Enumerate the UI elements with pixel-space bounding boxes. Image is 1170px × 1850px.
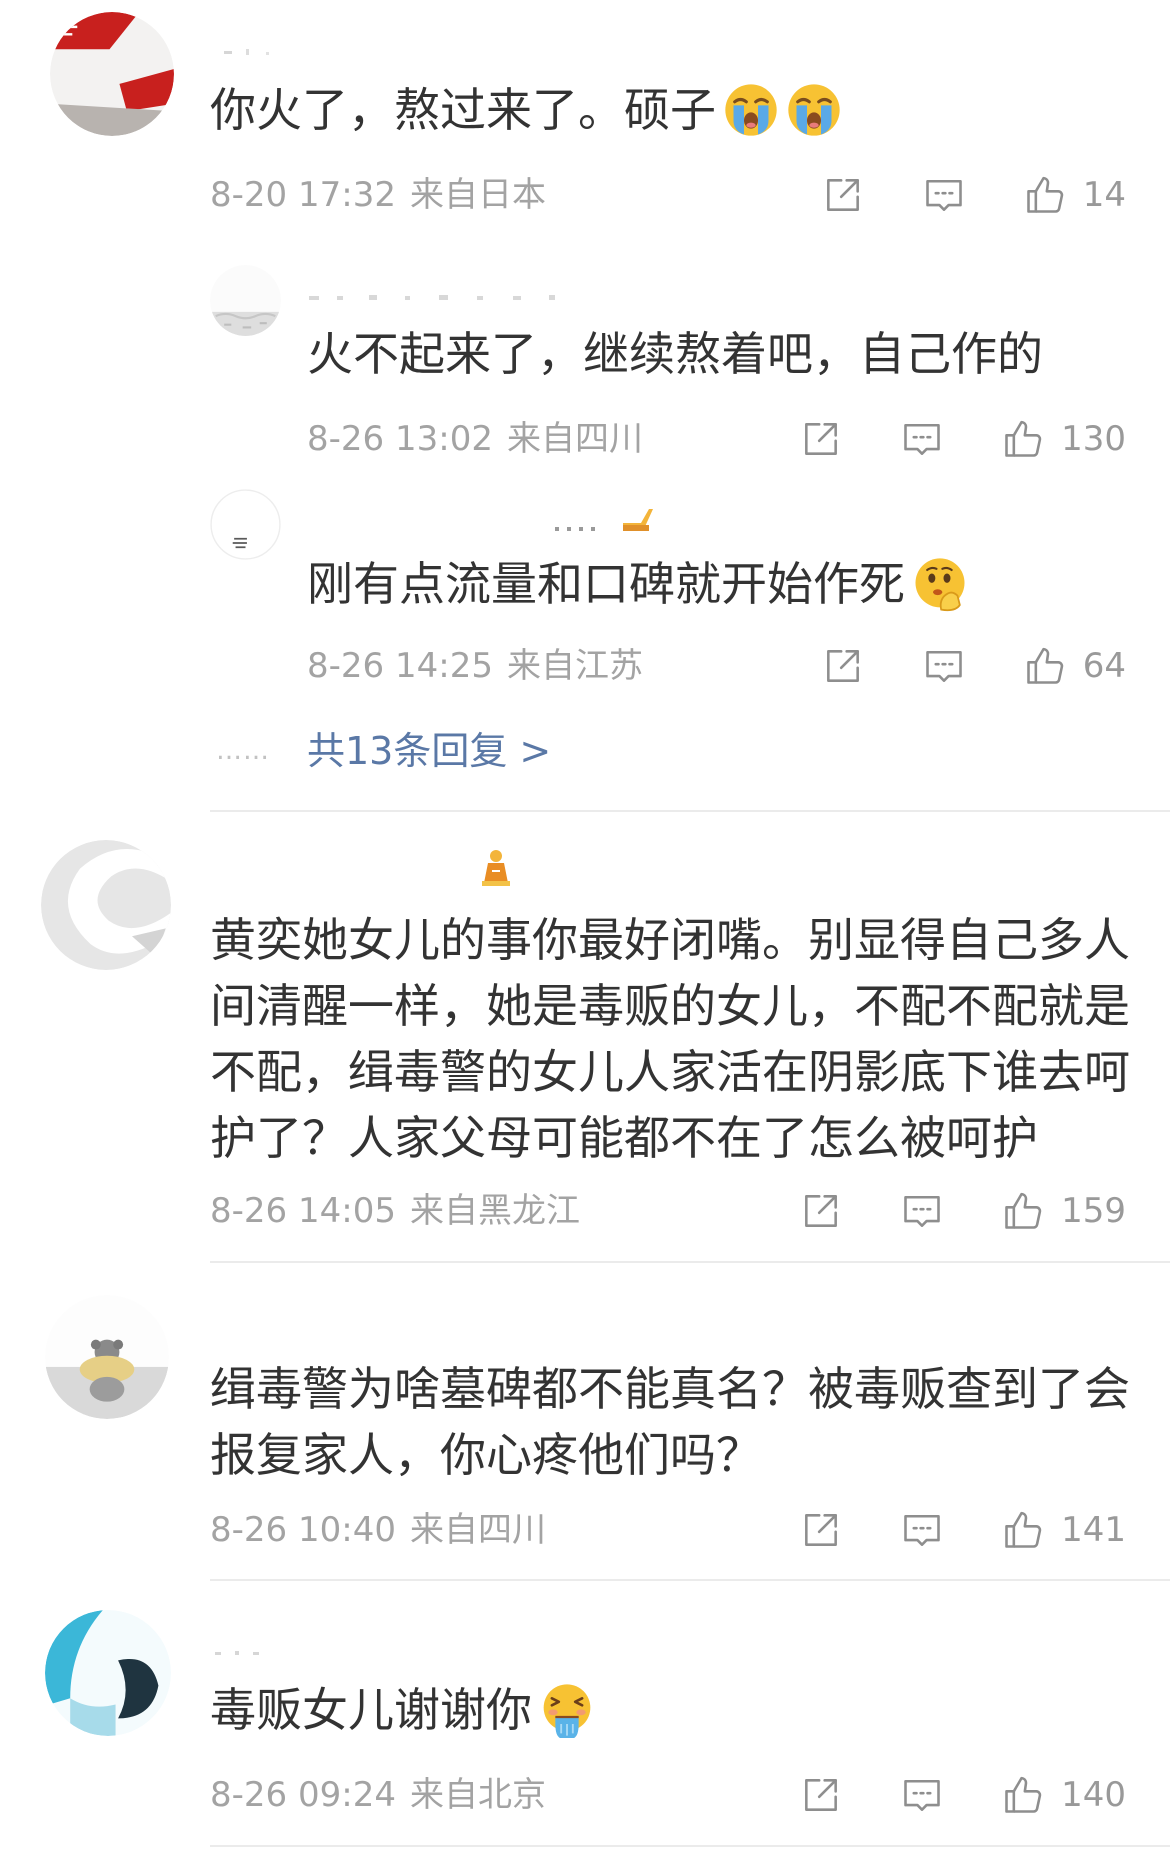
like-button[interactable]: 14	[1023, 173, 1126, 217]
thinking-face-icon	[915, 558, 965, 612]
reply-time: 8-26 14:25	[307, 646, 493, 686]
comment-icon[interactable]	[900, 417, 944, 461]
share-icon[interactable]	[799, 1773, 843, 1817]
comment-icon[interactable]	[900, 1189, 944, 1233]
comment-body[interactable]: 缉毒警为啥墓碑都不能真名？被毒贩查到了会报复家人，你心疼他们吗？	[210, 1356, 1140, 1488]
reply-actions: 64	[821, 644, 1126, 688]
like-count: 141	[1061, 1510, 1126, 1550]
user-badge-icon	[619, 505, 657, 535]
comment-text: 缉毒警为啥墓碑都不能真名？被毒贩查到了会报复家人，你心疼他们吗？	[210, 1362, 1130, 1482]
share-icon[interactable]	[799, 1189, 843, 1233]
like-button[interactable]: 140	[1001, 1773, 1126, 1817]
more-replies-dots: ……	[216, 736, 270, 766]
comment-meta: 8-20 17:32 来自日本	[210, 173, 546, 217]
reply-body[interactable]: 刚有点流量和口碑就开始作死	[307, 551, 968, 617]
avatar[interactable]	[45, 1610, 171, 1736]
reply-time: 8-26 13:02	[307, 419, 493, 459]
like-icon	[1001, 417, 1045, 461]
user-badge-icon	[478, 847, 512, 887]
divider	[210, 1261, 1170, 1263]
comment-text: 毒贩女儿谢谢你	[210, 1683, 532, 1737]
like-button[interactable]: 141	[1001, 1508, 1126, 1552]
reply-actions: 130	[799, 417, 1126, 461]
reply-text: 刚有点流量和口碑就开始作死	[307, 557, 905, 611]
reply-meta: 8-26 13:02 来自四川	[307, 417, 643, 461]
divider	[210, 1579, 1170, 1581]
comment-time: 8-26 09:24	[210, 1775, 396, 1815]
like-button[interactable]: 159	[1001, 1189, 1126, 1233]
comment-icon[interactable]	[922, 173, 966, 217]
comment-body[interactable]: 你火了，熬过来了。硕子	[210, 77, 842, 143]
like-icon	[1023, 644, 1067, 688]
share-icon[interactable]	[799, 1508, 843, 1552]
share-icon[interactable]	[821, 173, 865, 217]
comment-meta: 8-26 10:40 来自四川	[210, 1508, 546, 1552]
comment-text: 你火了，熬过来了。硕子	[210, 83, 716, 137]
comment-actions: 140	[799, 1773, 1126, 1817]
comment-source: 来自日本	[409, 175, 546, 215]
avatar[interactable]	[41, 840, 171, 970]
username-obscured	[309, 293, 579, 303]
like-count: 159	[1061, 1191, 1126, 1231]
comment-body[interactable]: 黄奕她女儿的事你最好闭嘴。别显得自己多人间清醒一样，她是毒贩的女儿，不配不配就是…	[210, 907, 1140, 1171]
loudly-crying-face-icon	[725, 84, 777, 136]
like-icon	[1001, 1189, 1045, 1233]
reply-body[interactable]: 火不起来了，继续熬着吧，自己作的	[307, 321, 1043, 387]
divider	[210, 810, 1170, 812]
comment-meta: 8-26 09:24 来自北京	[210, 1773, 546, 1817]
share-icon[interactable]	[799, 417, 843, 461]
comment-actions: 141	[799, 1508, 1126, 1552]
like-count: 64	[1082, 646, 1126, 686]
like-icon	[1001, 1508, 1045, 1552]
reply-meta: 8-26 14:25 来自江苏	[307, 644, 643, 688]
comment-time: 8-20 17:32	[210, 175, 396, 215]
comment-icon[interactable]	[900, 1508, 944, 1552]
reply-source: 来自江苏	[506, 646, 643, 686]
comment-source: 来自四川	[409, 1510, 546, 1550]
more-replies-label: 共13条回复 >	[307, 729, 552, 773]
comment-time: 8-26 14:05	[210, 1191, 396, 1231]
like-count: 140	[1061, 1775, 1126, 1815]
loudly-crying-face-icon	[788, 84, 840, 136]
comment-text: 黄奕她女儿的事你最好闭嘴。别显得自己多人间清醒一样，她是毒贩的女儿，不配不配就是…	[210, 913, 1130, 1165]
divider	[210, 1845, 1170, 1847]
avatar[interactable]	[45, 1295, 169, 1419]
reply-text: 火不起来了，继续熬着吧，自己作的	[307, 327, 1043, 381]
comment-meta: 8-26 14:05 来自黑龙江	[210, 1189, 580, 1233]
comment-time: 8-26 10:40	[210, 1510, 396, 1550]
more-replies-link[interactable]: …… 共13条回复 >	[216, 727, 551, 775]
comment-list: 你火了，熬过来了。硕子 8-20 17:32 来自日本 14 火不起来了，继续熬…	[0, 0, 1170, 1850]
like-button[interactable]: 64	[1023, 644, 1126, 688]
comment-source: 来自北京	[409, 1775, 546, 1815]
username-obscured	[215, 1648, 265, 1658]
share-icon[interactable]	[821, 644, 865, 688]
avatar[interactable]	[50, 12, 174, 136]
like-icon	[1001, 1773, 1045, 1817]
username-obscured	[555, 523, 610, 533]
reply-avatar[interactable]	[210, 489, 281, 560]
comment-icon[interactable]	[900, 1773, 944, 1817]
like-count: 130	[1061, 419, 1126, 459]
like-count: 14	[1082, 175, 1126, 215]
comment-body[interactable]: 毒贩女儿谢谢你	[210, 1677, 595, 1743]
comment-actions: 159	[799, 1189, 1126, 1233]
comment-source: 来自黑龙江	[409, 1191, 580, 1231]
comment-actions: 14	[821, 173, 1126, 217]
like-button[interactable]: 130	[1001, 417, 1126, 461]
like-icon	[1023, 173, 1067, 217]
reply-source: 来自四川	[506, 419, 643, 459]
reply-avatar[interactable]	[210, 265, 281, 336]
vomiting-face-icon	[543, 1684, 591, 1738]
username-obscured	[224, 47, 274, 57]
comment-icon[interactable]	[922, 644, 966, 688]
